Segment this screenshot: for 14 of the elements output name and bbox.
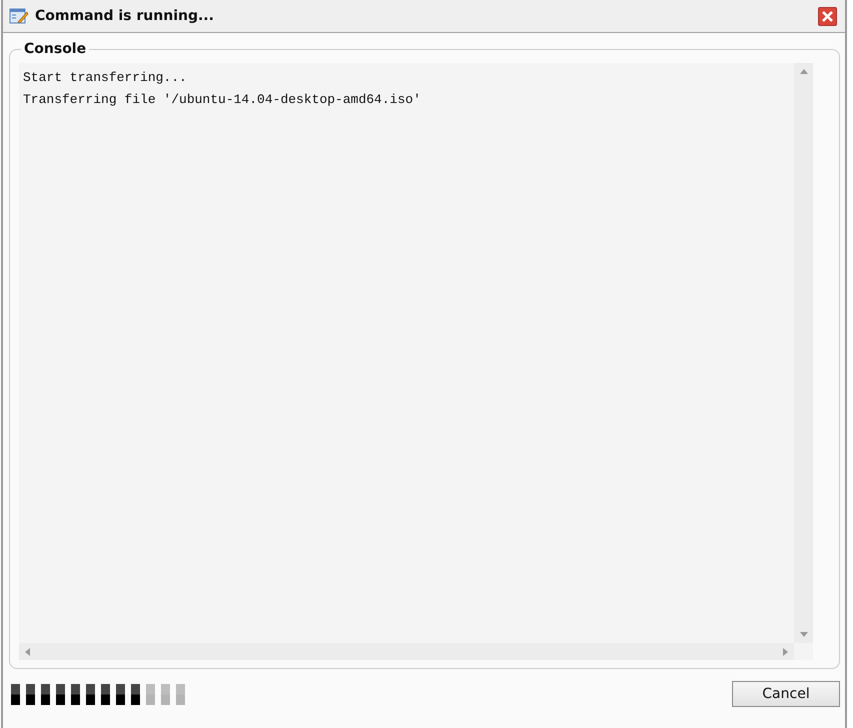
scroll-right-icon[interactable] [783,648,788,656]
scroll-up-icon[interactable] [800,69,808,74]
console-line: Start transferring... [23,69,188,87]
close-icon [822,10,833,22]
notepad-pencil-icon [9,7,29,25]
vertical-scrollbar[interactable] [794,63,813,643]
console-legend: Console [21,41,90,57]
horizontal-scrollbar[interactable] [19,643,794,660]
window-title: Command is running... [35,8,215,24]
close-button[interactable] [818,6,837,26]
scroll-left-icon[interactable] [25,648,30,656]
console-line: Transferring file '/ubuntu-14.04-desktop-amd64.iso' [23,91,422,109]
cancel-button[interactable]: Cancel [732,681,840,707]
scroll-down-icon[interactable] [800,632,808,637]
